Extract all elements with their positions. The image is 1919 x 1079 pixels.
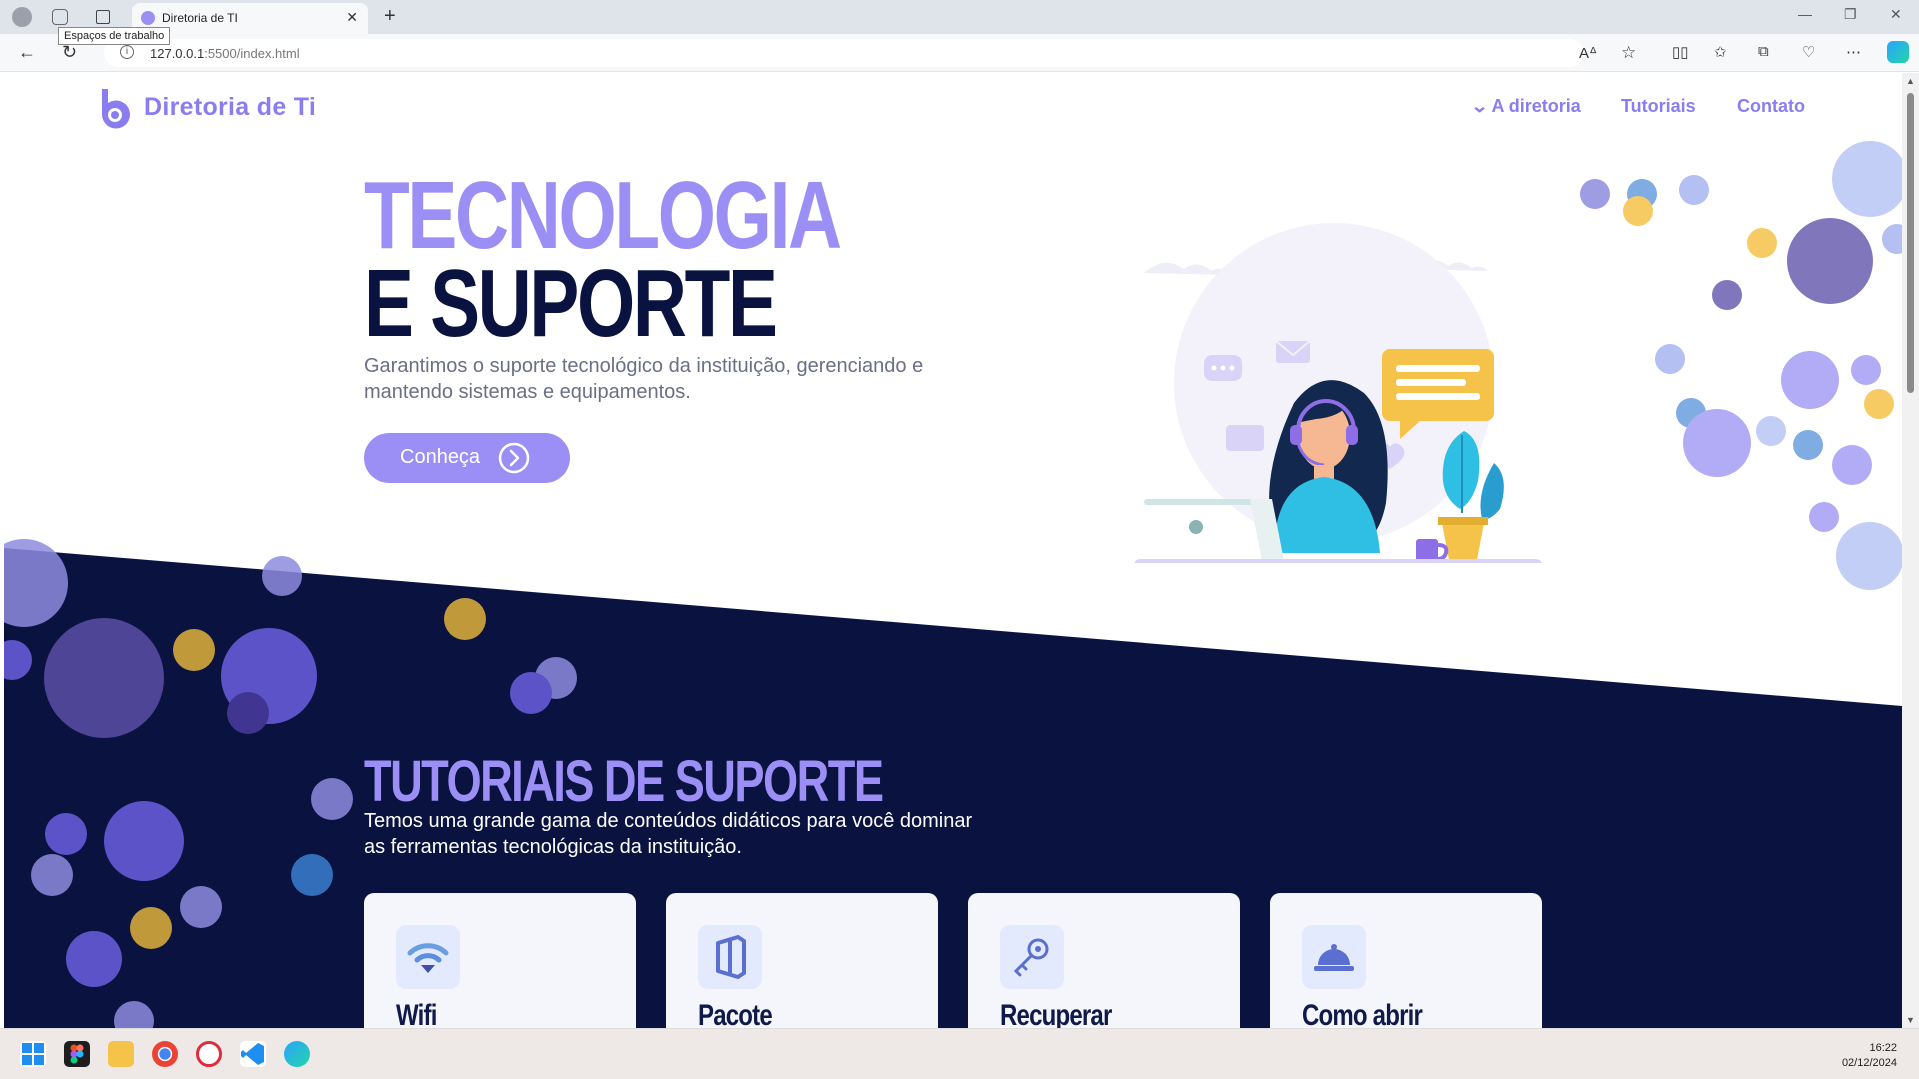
tutorial-card-title: Como abrir: [1302, 999, 1423, 1028]
key-icon: [1000, 925, 1064, 989]
profile-icon[interactable]: [12, 7, 32, 27]
favorites-icon[interactable]: ✩: [1714, 43, 1727, 61]
minimize-icon[interactable]: —: [1798, 6, 1812, 22]
wifi-icon: [396, 925, 460, 989]
workspaces-icon[interactable]: [52, 9, 68, 25]
tutorial-card-title: Wifi: [396, 999, 437, 1028]
tab-favicon-icon: [141, 11, 155, 25]
tab-title: Diretoria de TI: [162, 11, 238, 25]
more-options-icon[interactable]: ⋯: [1846, 43, 1861, 61]
clock-date: 02/12/2024: [1841, 1057, 1897, 1069]
browser-toolbar: ← ↻ i 127.0.0.1:5500/index.html Aᐞ ☆ ▯▯ …: [0, 34, 1919, 72]
favorite-star-icon[interactable]: ☆: [1621, 43, 1636, 63]
dark-diagonal-shape: [4, 548, 1902, 1028]
tab-actions-icon[interactable]: [96, 10, 110, 24]
tutorial-card-pacote[interactable]: Pacote: [666, 893, 938, 1028]
office-icon: [698, 925, 762, 989]
conheca-button-label: Conheça: [400, 446, 481, 468]
logo-mark-icon: [102, 89, 130, 129]
url-host: 127.0.0.1: [150, 46, 205, 61]
service-bell-icon: [1302, 925, 1366, 989]
page-scrollbar[interactable]: ▲ ▼: [1902, 73, 1919, 1028]
chevron-down-icon: ⌄: [1470, 96, 1489, 116]
site-info-icon[interactable]: i: [120, 45, 134, 59]
nav-label: A diretoria: [1491, 96, 1581, 116]
clock-time: 16:22: [1869, 1042, 1897, 1054]
conheca-button[interactable]: Conheça: [364, 433, 570, 483]
tutorials-section-subtitle: Temos uma grande gama de conteúdos didát…: [364, 810, 973, 858]
address-bar[interactable]: i 127.0.0.1:5500/index.html Aᐞ ☆: [104, 39, 1636, 67]
arrow-right-circle-icon: [498, 442, 530, 474]
tutorials-section-title: TUTORIAIS DE SUPORTE: [364, 749, 884, 814]
opera-icon[interactable]: [196, 1041, 222, 1067]
back-icon[interactable]: ←: [18, 42, 36, 63]
browser-essentials-icon[interactable]: ♡: [1802, 43, 1815, 61]
figma-icon[interactable]: [64, 1041, 90, 1067]
right-bubbles: [1580, 141, 1902, 590]
browser-tab-bar: Diretoria de TI ✕ + — ❐ ✕: [0, 0, 1919, 34]
chrome-icon[interactable]: [152, 1041, 178, 1067]
close-tab-icon[interactable]: ✕: [346, 9, 358, 26]
hero-title-line2: E SUPORTE: [364, 250, 778, 357]
dark-section-background: [4, 141, 1902, 1028]
vscode-icon[interactable]: [240, 1041, 266, 1067]
workspaces-tooltip: Espaços de trabalho: [58, 27, 171, 45]
tutorial-card-title: Recuperar: [1000, 999, 1112, 1028]
start-icon[interactable]: [20, 1041, 46, 1067]
file-explorer-icon[interactable]: [108, 1041, 134, 1067]
refresh-icon[interactable]: ↻: [62, 42, 77, 63]
edge-icon[interactable]: [284, 1041, 310, 1067]
address-text: 127.0.0.1:5500/index.html: [150, 46, 300, 61]
nav-contato[interactable]: Contato: [1737, 96, 1805, 117]
close-window-icon[interactable]: ✕: [1890, 6, 1902, 23]
collections-icon[interactable]: ⧉: [1758, 43, 1769, 60]
windows-taskbar: 16:22 02/12/2024: [0, 1028, 1919, 1079]
tutorial-card-wifi[interactable]: Wifi: [364, 893, 636, 1028]
logo-text: Diretoria de Ti: [144, 93, 317, 121]
hero-subtitle: Garantimos o suporte tecnológico da inst…: [364, 355, 924, 403]
nav-tutoriais[interactable]: Tutoriais: [1621, 96, 1696, 117]
split-screen-icon[interactable]: ▯▯: [1672, 43, 1689, 61]
scrollbar-thumb[interactable]: [1907, 93, 1914, 393]
nav-a-diretoria[interactable]: ⌄ A diretoria: [1470, 96, 1581, 117]
page-viewport: Diretoria de Ti ⌄ A diretoria Tutoriais …: [4, 73, 1902, 1028]
tutorial-card-como-abrir[interactable]: Como abrir: [1270, 893, 1542, 1028]
system-clock[interactable]: 16:22 02/12/2024: [1842, 1041, 1897, 1071]
restore-icon[interactable]: ❐: [1844, 6, 1857, 23]
url-path: :5500/index.html: [204, 46, 300, 61]
tutorial-card-recuperar[interactable]: Recuperar: [968, 893, 1240, 1028]
scroll-up-icon[interactable]: ▲: [1906, 76, 1915, 86]
scroll-down-icon[interactable]: ▼: [1906, 1015, 1915, 1025]
new-tab-icon[interactable]: +: [384, 5, 396, 28]
read-aloud-icon[interactable]: Aᐞ: [1579, 44, 1597, 62]
copilot-icon[interactable]: [1887, 41, 1909, 63]
support-agent-illustration: [1134, 223, 1542, 563]
tutorial-card-title: Pacote: [698, 999, 773, 1028]
